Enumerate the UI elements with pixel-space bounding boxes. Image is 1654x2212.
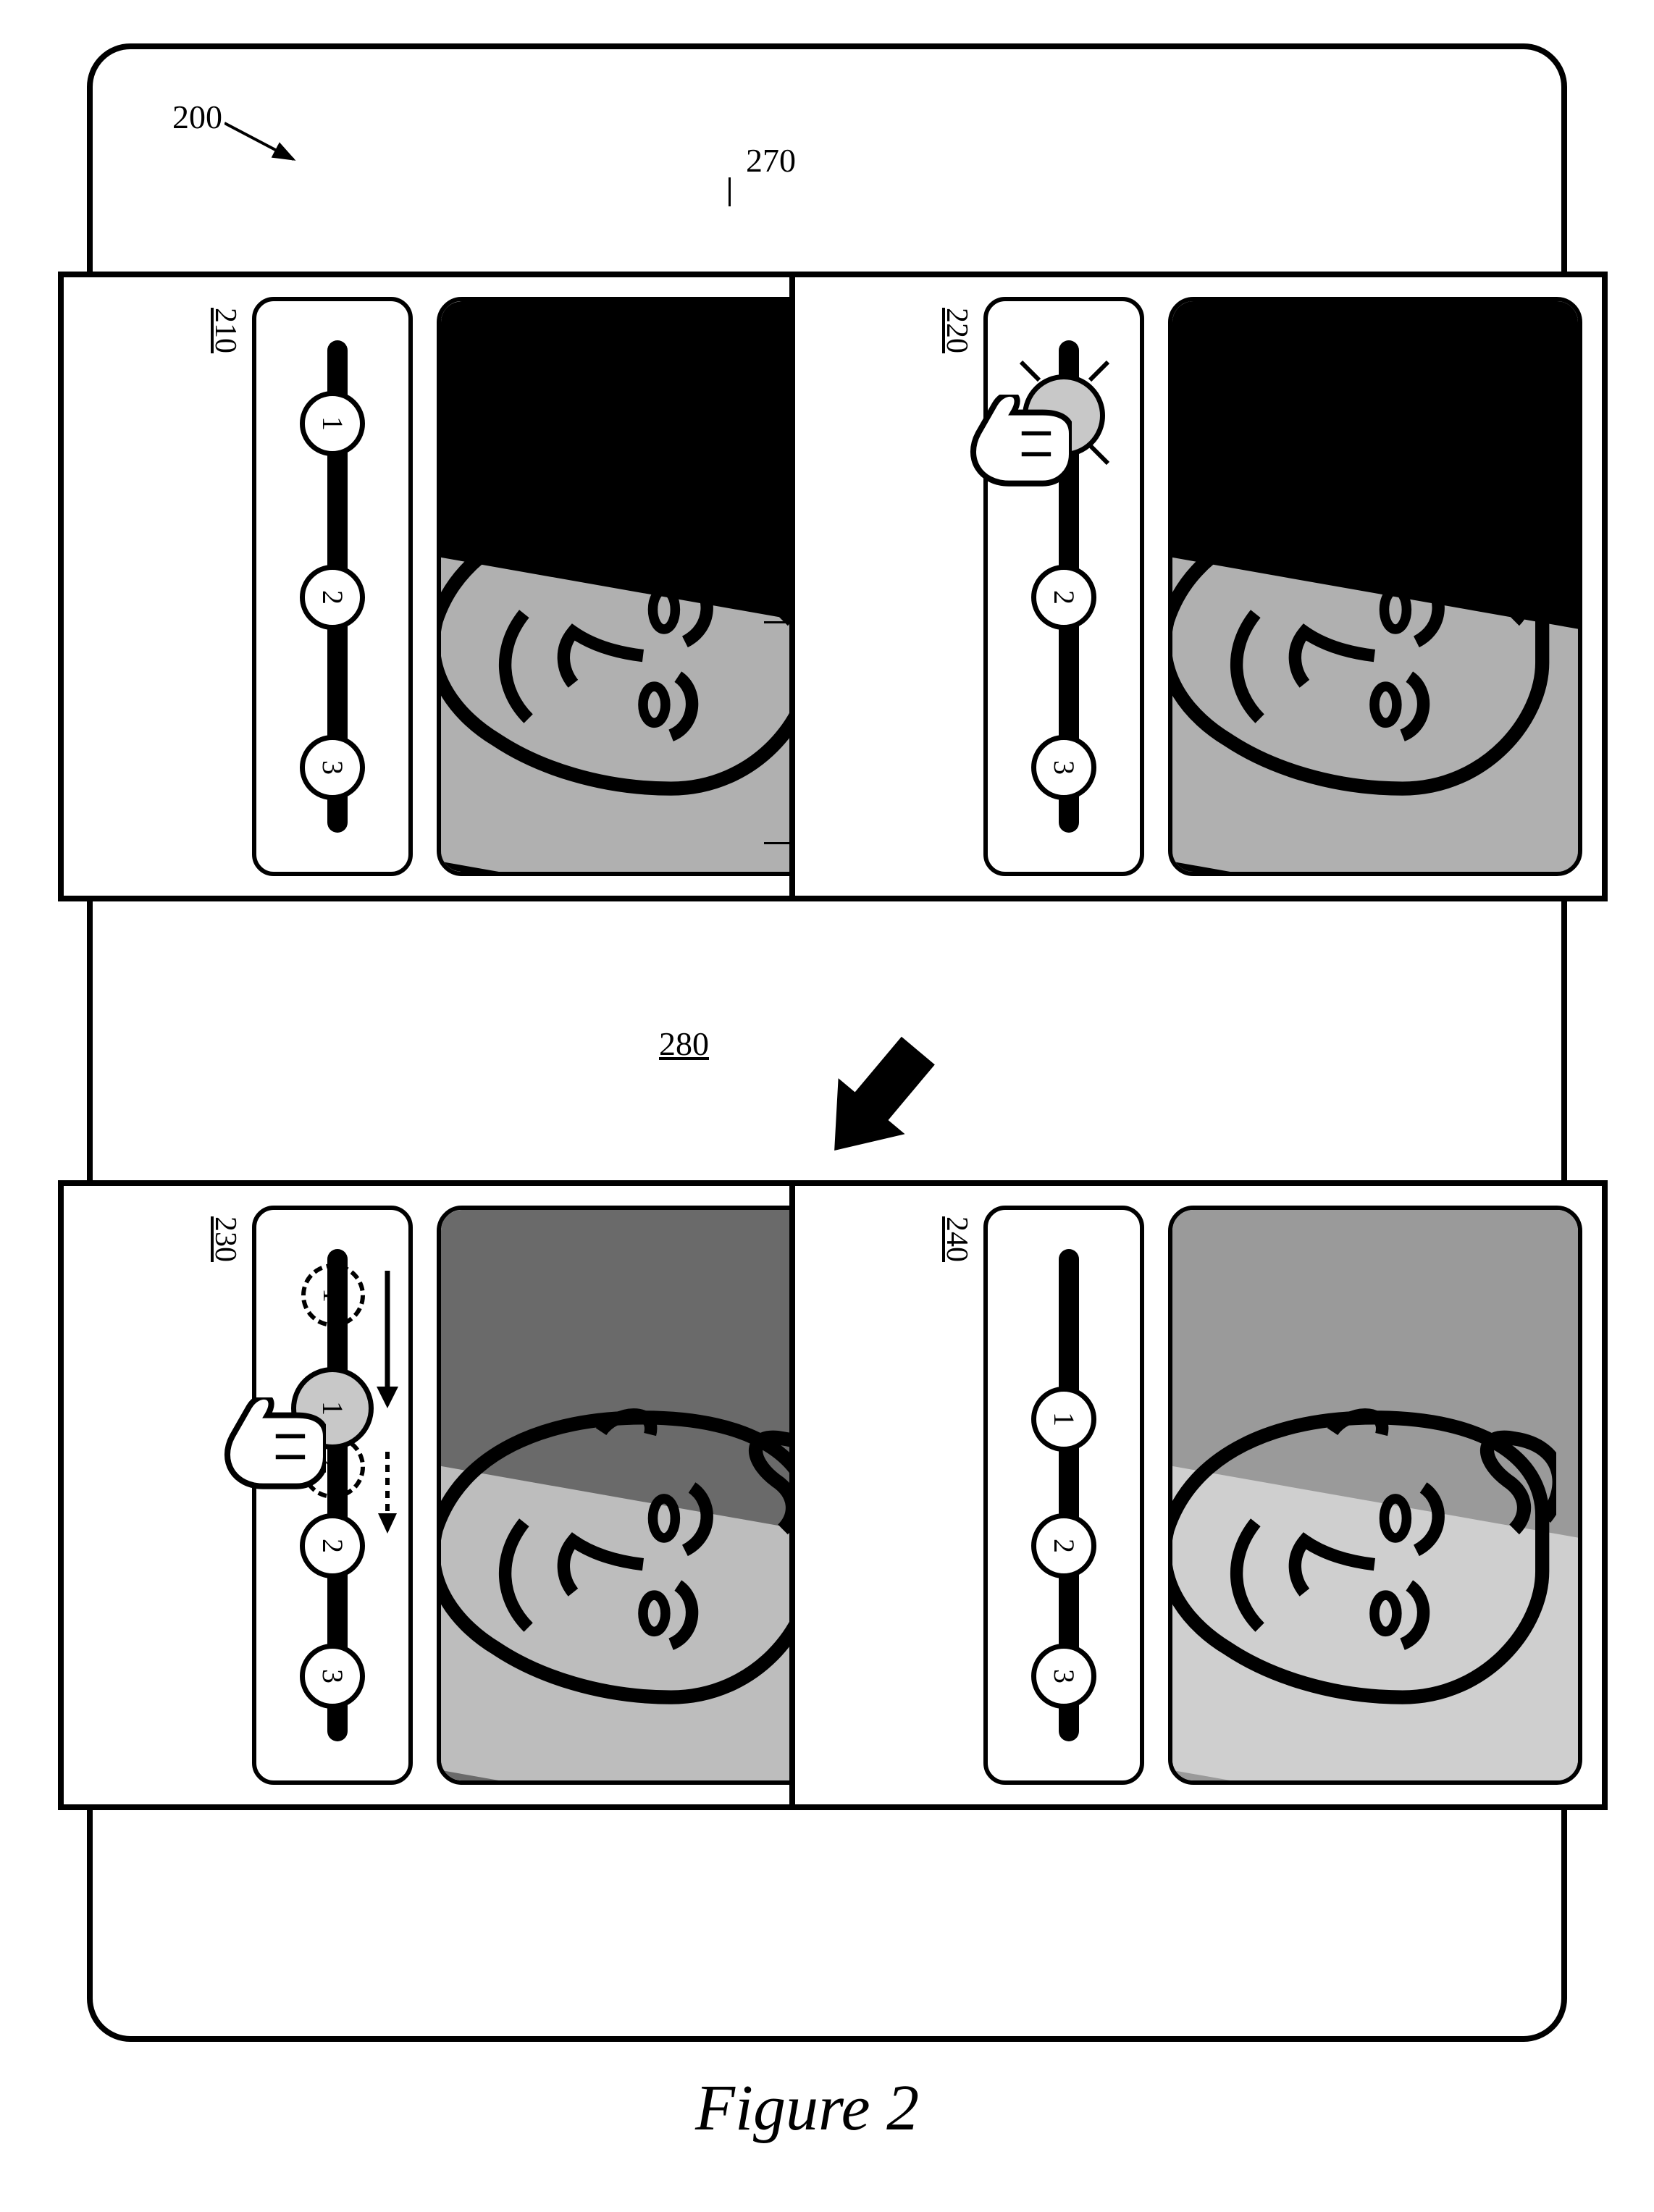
slider-marker-2[interactable]: 2	[300, 565, 365, 630]
stage-id-220: 220	[939, 308, 974, 353]
slider-marker-2[interactable]: 2	[1031, 565, 1096, 630]
finger-icon	[963, 395, 1072, 489]
slider-marker-2[interactable]: 2	[300, 1513, 365, 1578]
callout-200-arrow	[224, 116, 304, 174]
stage-id-240: 240	[939, 1216, 974, 1262]
callout-200: 200	[172, 98, 222, 136]
stage-210: 1 2 3 210	[58, 272, 876, 901]
drag-arrow-dashed	[373, 1448, 402, 1535]
slider-marker-1[interactable]: 1	[300, 391, 365, 456]
callout-280: 280	[659, 1025, 709, 1063]
slider-marker-1[interactable]: 1	[1031, 1387, 1096, 1452]
stage-220: 2 3 220	[789, 272, 1608, 901]
callout-270: 270	[746, 141, 796, 180]
slider-marker-3[interactable]: 3	[1031, 735, 1096, 800]
figure-label: Figure 2	[695, 2071, 919, 2145]
flow-arrow-220-230	[804, 1035, 949, 1166]
finger-icon	[217, 1397, 326, 1492]
stage-id-230: 230	[208, 1216, 243, 1262]
stage-id-210: 210	[208, 308, 243, 353]
ghost-marker-1: 1	[301, 1263, 365, 1327]
drag-arrow-solid	[373, 1263, 402, 1408]
slider-marker-3[interactable]: 3	[300, 1644, 365, 1709]
preview-area	[1168, 297, 1582, 876]
slider-marker-2[interactable]: 2	[1031, 1513, 1096, 1578]
stage-240: 1 2 3 240	[789, 1180, 1608, 1810]
stage-230: 1 2 1 2 3 230	[58, 1180, 876, 1810]
lead-270	[729, 177, 731, 206]
slider-marker-3[interactable]: 3	[300, 735, 365, 800]
slider-marker-3[interactable]: 3	[1031, 1644, 1096, 1709]
preview-area	[1168, 1206, 1582, 1785]
